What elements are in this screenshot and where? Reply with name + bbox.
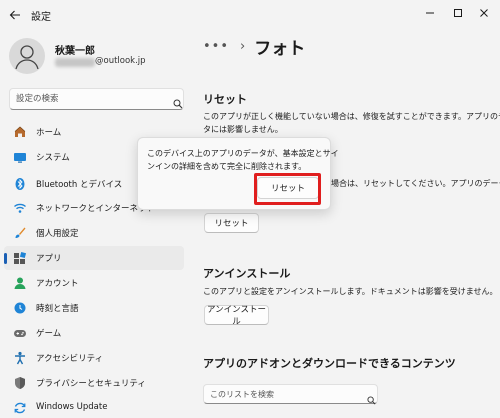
home-icon xyxy=(13,125,27,139)
uninstall-section-title: アンインストール xyxy=(203,267,291,280)
selection-indicator xyxy=(4,253,7,264)
avatar[interactable] xyxy=(9,38,45,74)
sidebar-item-accessibility[interactable]: アクセシビリティ xyxy=(4,346,184,370)
account-icon xyxy=(13,276,27,290)
sidebar-item-windows-update[interactable]: Windows Update xyxy=(4,396,184,418)
sidebar-item-privacy-security[interactable]: プライバシーとセキュリティ xyxy=(4,371,184,395)
sidebar-item-personalization[interactable]: 個人用設定 xyxy=(4,221,184,245)
title-bar: 設定 xyxy=(0,0,500,28)
uninstall-button[interactable]: アンインストール xyxy=(204,305,269,327)
minimize-icon[interactable] xyxy=(420,4,440,22)
maximize-icon[interactable] xyxy=(448,4,468,22)
gamepad-icon xyxy=(13,326,27,340)
flyout-reset-button[interactable]: リセット xyxy=(257,177,319,199)
accessibility-icon xyxy=(13,351,27,365)
addons-search-input[interactable] xyxy=(210,388,360,401)
user-email: @outlook.jp xyxy=(95,56,146,66)
repair-description-line2: タには影響しません。 xyxy=(203,125,283,134)
settings-search-input[interactable] xyxy=(16,92,166,106)
person-icon xyxy=(15,45,39,70)
search-icon[interactable] xyxy=(173,94,183,109)
addons-section-title: アプリのアドオンとダウンロードできるコンテンツ xyxy=(203,357,456,370)
user-name: 秋葉一郎 xyxy=(55,46,95,57)
breadcrumb: ••• › フォト xyxy=(203,34,306,59)
reset-description-tail: 場合は、リセットしてください。アプリのデータは xyxy=(331,179,500,188)
shield-icon xyxy=(13,376,27,390)
flyout-message-line2: ンインの詳細を含めて完全に削除されます。 xyxy=(147,162,307,171)
breadcrumb-overflow[interactable]: ••• xyxy=(203,39,229,54)
flyout-message: このデバイス上のアプリのデータが、基本設定とサイ ンインの詳細を含めて完全に削除… xyxy=(147,147,339,173)
repair-description-line1: このアプリが正しく機能していない場合は、修復を試すことができます。アプリのデー xyxy=(203,112,500,121)
breadcrumb-separator-icon: › xyxy=(240,38,246,54)
reset-section-title: リセット xyxy=(203,93,247,106)
addons-search[interactable] xyxy=(203,384,378,405)
brush-icon xyxy=(13,226,27,240)
close-icon[interactable] xyxy=(474,4,494,22)
flyout-message-line1: このデバイス上のアプリのデータが、基本設定とサイ xyxy=(147,149,339,158)
wifi-icon xyxy=(13,201,27,215)
email-redaction xyxy=(55,58,95,67)
sidebar-item-gaming[interactable]: ゲーム xyxy=(4,321,184,345)
page-title: フォト xyxy=(254,38,306,59)
globe-clock-icon xyxy=(13,301,27,315)
sidebar-item-apps[interactable]: アプリ xyxy=(4,246,184,270)
sidebar-item-accounts[interactable]: アカウント xyxy=(4,271,184,295)
update-icon xyxy=(13,401,27,415)
sidebar-item-time-language[interactable]: 時刻と言語 xyxy=(4,296,184,320)
reset-button[interactable]: リセット xyxy=(204,213,259,233)
apps-icon xyxy=(13,251,27,265)
search-icon[interactable] xyxy=(367,390,376,405)
settings-search[interactable] xyxy=(9,88,184,110)
reset-confirmation-flyout: このデバイス上のアプリのデータが、基本設定とサイ ンインの詳細を含めて完全に削除… xyxy=(137,137,339,210)
bluetooth-icon xyxy=(13,177,27,191)
back-arrow-icon[interactable] xyxy=(8,7,22,21)
system-icon xyxy=(13,150,27,164)
app-title: 設定 xyxy=(31,12,51,23)
uninstall-description: このアプリと設定をアンインストールします。ドキュメントは影響を受けません。 xyxy=(203,287,498,296)
